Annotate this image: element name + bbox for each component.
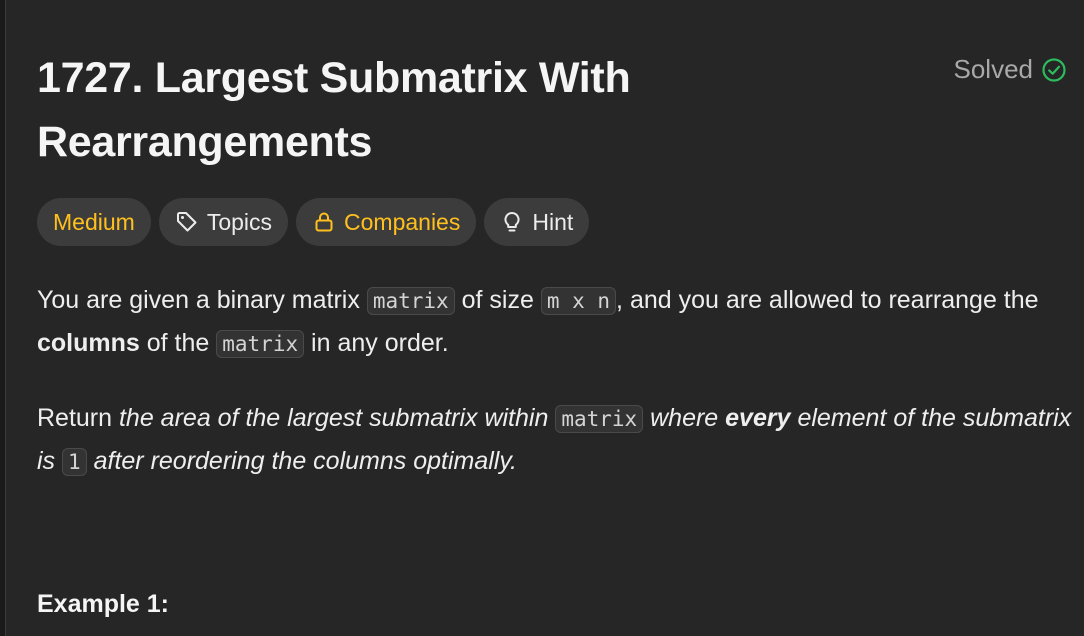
difficulty-label: Medium bbox=[53, 208, 135, 235]
problem-title: 1727. Largest Submatrix With Rearrangeme… bbox=[37, 46, 757, 174]
statement-italic-text: after reordering the columns optimally. bbox=[86, 447, 517, 475]
statement-bold-text: columns bbox=[37, 329, 140, 357]
solved-label: Solved bbox=[953, 54, 1034, 84]
panel-divider[interactable] bbox=[0, 0, 6, 636]
inline-code: matrix bbox=[216, 330, 305, 358]
topics-label: Topics bbox=[206, 208, 273, 235]
inline-code: matrix bbox=[555, 405, 644, 433]
statement-text: Return bbox=[37, 404, 119, 432]
hint-button[interactable]: Hint bbox=[484, 198, 590, 246]
tag-row: Medium Topics Companies Hint bbox=[37, 198, 590, 246]
problem-statement: You are given a binary matrix matrix of … bbox=[37, 279, 1072, 515]
statement-text: , and you are allowed to rearrange the bbox=[616, 286, 1039, 314]
statement-text: in any order. bbox=[304, 329, 449, 357]
inline-code: m x n bbox=[540, 287, 617, 315]
statement-italic-text: the area of the largest submatrix within bbox=[118, 404, 556, 432]
difficulty-badge: Medium bbox=[37, 198, 151, 246]
lock-icon bbox=[312, 210, 336, 234]
check-circle-icon bbox=[1041, 57, 1067, 83]
statement-text: of size bbox=[454, 286, 541, 314]
example-heading: Example 1: bbox=[37, 590, 170, 618]
statement-italic-text: where bbox=[643, 404, 726, 432]
inline-code: 1 bbox=[62, 448, 87, 476]
statement-paragraph-1: You are given a binary matrix matrix of … bbox=[37, 279, 1072, 365]
tag-icon bbox=[175, 210, 199, 234]
lightbulb-icon bbox=[500, 210, 524, 234]
inline-code: matrix bbox=[366, 287, 455, 315]
statement-text: of the bbox=[139, 329, 217, 357]
companies-label: Companies bbox=[344, 208, 461, 235]
statement-text: You are given a binary matrix bbox=[37, 286, 367, 314]
problem-number: 1727. bbox=[37, 54, 144, 102]
statement-paragraph-2: Return the area of the largest submatrix… bbox=[37, 397, 1072, 483]
statement-bold-italic-text: every bbox=[725, 404, 791, 432]
topics-button[interactable]: Topics bbox=[158, 198, 289, 246]
solved-status: Solved bbox=[954, 54, 1068, 85]
hint-label: Hint bbox=[532, 208, 574, 235]
companies-button[interactable]: Companies bbox=[296, 198, 477, 246]
